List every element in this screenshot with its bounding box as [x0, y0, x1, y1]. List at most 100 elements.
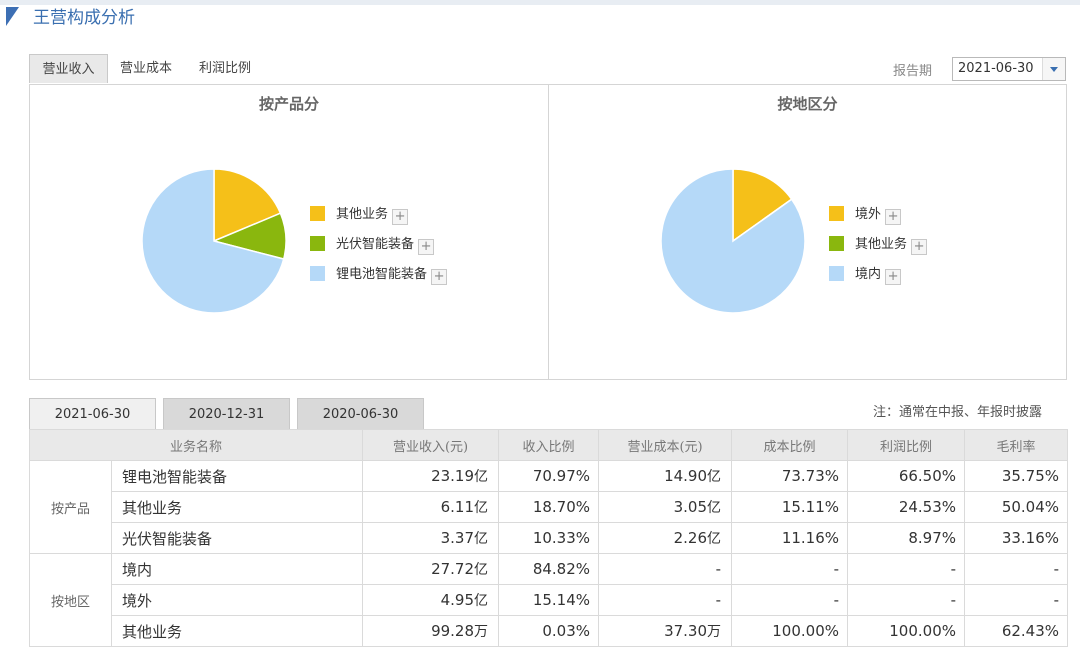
gross-margin: 33.16%	[964, 522, 1069, 554]
cost-unit: 亿	[707, 500, 722, 516]
cost-cell: 37.30万	[598, 615, 733, 647]
col-header: 毛利率	[964, 429, 1069, 461]
table-header-row: 业务名称 营业收入(元) 收入比例 营业成本(元) 成本比例 利润比例 毛利率	[28, 429, 1069, 461]
business-name: 其他业务	[110, 491, 364, 523]
cost-value: -	[715, 591, 722, 609]
table-row: 按地区 境内 27.72亿 84.82% - - - -	[29, 553, 1069, 647]
revenue-value: 99.28	[431, 622, 475, 640]
revenue-cell: 6.11亿	[362, 491, 500, 523]
composition-table: 业务名称 营业收入(元) 收入比例 营业成本(元) 成本比例 利润比例 毛利率 …	[28, 429, 1069, 647]
revenue-ratio: 18.70%	[498, 491, 600, 523]
legend-swatch	[310, 206, 325, 221]
cost-ratio: 11.16%	[731, 522, 849, 554]
legend-label: 境外	[855, 207, 882, 222]
group-label: 按地区	[29, 553, 112, 647]
cost-cell: -	[598, 584, 733, 616]
revenue-unit: 亿	[474, 500, 489, 516]
profit-ratio: -	[847, 553, 966, 585]
tab-period-1[interactable]: 2021-06-30	[29, 398, 156, 430]
disclosure-note: 注：通常在中报、年报时披露	[873, 405, 1043, 420]
revenue-ratio: 0.03%	[498, 615, 600, 647]
tab-profit-ratio[interactable]: 利润比例	[199, 54, 251, 83]
col-header: 成本比例	[731, 429, 849, 461]
legend-label: 锂电池智能装备	[336, 267, 428, 282]
expand-plus-icon[interactable]: +	[885, 269, 902, 285]
business-name: 境内	[110, 553, 364, 585]
cost-cell: -	[598, 553, 733, 585]
page-title: 王营构成分析	[33, 8, 135, 28]
col-header: 营业成本(元)	[598, 429, 733, 461]
pie-panel-region: 按地区分 境外 + 其他业务 + 境内 +	[548, 84, 1067, 380]
legend-swatch	[829, 206, 844, 221]
table-row: 境外 4.95亿 15.14% - - - -	[30, 584, 1069, 616]
profit-ratio: 100.00%	[847, 615, 966, 647]
pie-chart-product	[141, 168, 287, 314]
revenue-value: 27.72	[431, 560, 475, 578]
revenue-value: 23.19	[431, 467, 475, 485]
col-header: 营业收入(元)	[362, 429, 500, 461]
revenue-value: 4.95	[440, 591, 475, 609]
business-name: 锂电池智能装备	[110, 460, 364, 492]
top-border	[0, 0, 1080, 5]
revenue-cell: 99.28万	[362, 615, 500, 647]
legend-swatch	[310, 266, 325, 281]
col-header: 利润比例	[847, 429, 966, 461]
tab-revenue[interactable]: 营业收入	[29, 54, 108, 83]
profit-ratio: -	[847, 584, 966, 616]
profit-ratio: 24.53%	[847, 491, 966, 523]
cost-cell: 14.90亿	[598, 460, 733, 492]
cost-ratio: 73.73%	[731, 460, 849, 492]
revenue-value: 6.11	[440, 498, 475, 516]
expand-plus-icon[interactable]: +	[418, 239, 435, 255]
revenue-unit: 亿	[474, 469, 489, 485]
cost-unit: 亿	[707, 531, 722, 547]
revenue-ratio: 10.33%	[498, 522, 600, 554]
revenue-ratio: 70.97%	[498, 460, 600, 492]
expand-plus-icon[interactable]: +	[911, 239, 928, 255]
expand-plus-icon[interactable]: +	[885, 209, 902, 225]
revenue-unit: 亿	[474, 531, 489, 547]
cost-value: 37.30	[664, 622, 708, 640]
gross-margin: 62.43%	[964, 615, 1069, 647]
revenue-cell: 23.19亿	[362, 460, 500, 492]
col-header: 收入比例	[498, 429, 600, 461]
cost-value: 2.26	[673, 529, 708, 547]
pie-chart-region	[660, 168, 806, 314]
legend-swatch	[829, 266, 844, 281]
cost-cell: 2.26亿	[598, 522, 733, 554]
dropdown-arrow-icon[interactable]	[1042, 58, 1065, 80]
tab-period-3[interactable]: 2020-06-30	[297, 398, 424, 430]
table-row: 光伏智能装备 3.37亿 10.33% 2.26亿 11.16% 8.97% 33.16%	[30, 522, 1069, 554]
legend-swatch	[829, 236, 844, 251]
col-header: 业务名称	[28, 429, 364, 461]
cost-value: 14.90	[664, 467, 708, 485]
cost-value: 3.05	[673, 498, 708, 516]
tab-period-2[interactable]: 2020-12-31	[163, 398, 290, 430]
revenue-value: 3.37	[440, 529, 475, 547]
cost-value: -	[715, 560, 722, 578]
cost-ratio: -	[731, 584, 849, 616]
pie-panel-product: 按产品分 其他业务 + 光伏智能装备 + 锂电池智能装备 +	[29, 84, 549, 380]
legend-swatch	[310, 236, 325, 251]
legend-label: 其他业务	[336, 207, 389, 222]
expand-plus-icon[interactable]: +	[431, 269, 448, 285]
cost-cell: 3.05亿	[598, 491, 733, 523]
tab-cost[interactable]: 营业成本	[120, 54, 172, 83]
legend-label: 其他业务	[855, 237, 908, 252]
revenue-cell: 3.37亿	[362, 522, 500, 554]
revenue-unit: 万	[474, 624, 489, 640]
profit-ratio: 8.97%	[847, 522, 966, 554]
revenue-cell: 4.95亿	[362, 584, 500, 616]
cost-unit: 万	[707, 624, 722, 640]
revenue-ratio: 84.82%	[498, 553, 600, 585]
gross-margin: 35.75%	[964, 460, 1069, 492]
report-period-select[interactable]: 2021-06-30	[952, 57, 1066, 81]
gross-margin: 50.04%	[964, 491, 1069, 523]
cost-ratio: -	[731, 553, 849, 585]
report-period-value: 2021-06-30	[958, 61, 1034, 76]
profit-ratio: 66.50%	[847, 460, 966, 492]
table-row: 其他业务 6.11亿 18.70% 3.05亿 15.11% 24.53% 50.04%	[30, 491, 1069, 523]
expand-plus-icon[interactable]: +	[392, 209, 409, 225]
business-name: 光伏智能装备	[110, 522, 364, 554]
business-name: 其他业务	[110, 615, 364, 647]
